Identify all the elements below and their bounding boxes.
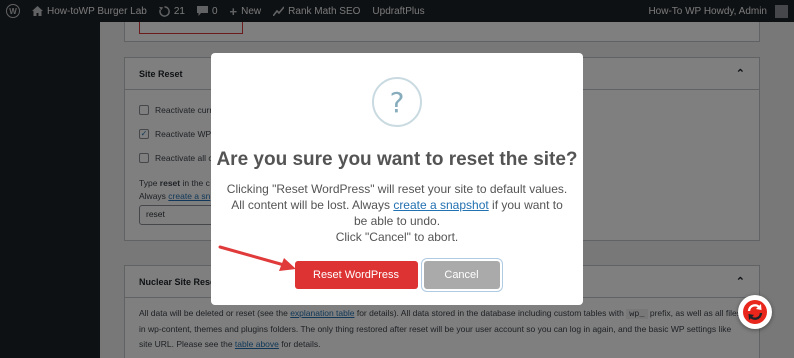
dialog-cancel-text: Click "Cancel" to abort. xyxy=(335,230,459,244)
dialog-title: Are you sure you want to reset the site? xyxy=(216,149,578,170)
sync-icon xyxy=(743,300,767,324)
cancel-button[interactable]: Cancel xyxy=(423,261,500,289)
floating-sync-button[interactable] xyxy=(738,295,772,329)
reset-wordpress-button[interactable]: Reset WordPress xyxy=(294,261,418,289)
create-snapshot-link[interactable]: create a snapshot xyxy=(393,198,488,212)
annotation-arrow-icon xyxy=(218,245,296,271)
dialog-message: Clicking "Reset WordPress" will reset yo… xyxy=(225,181,569,245)
question-icon: ? xyxy=(372,77,422,127)
